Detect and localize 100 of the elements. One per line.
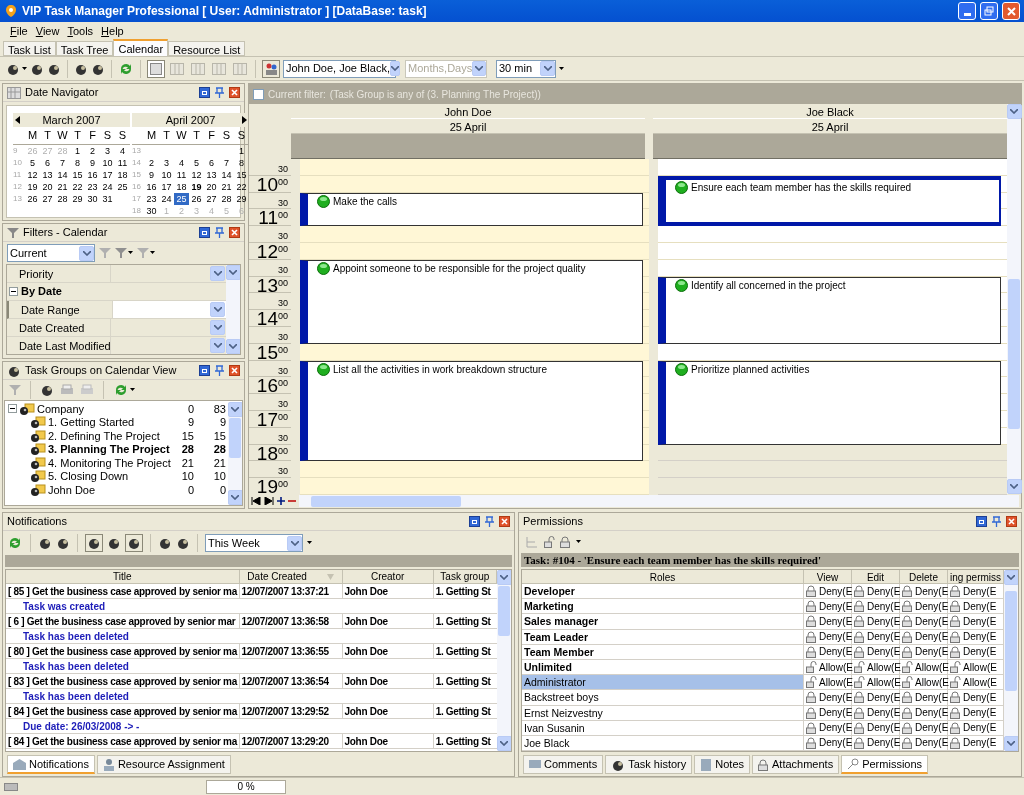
role-cell[interactable]: Backstreet boys: [522, 690, 804, 705]
calendar-day[interactable]: 25: [174, 192, 189, 205]
calendar-day[interactable]: 21: [55, 180, 70, 193]
tab[interactable]: Resource Assignment: [96, 755, 231, 774]
calendar-day[interactable]: 30: [144, 204, 159, 217]
pin-button[interactable]: [991, 516, 1002, 527]
role-cell[interactable]: Team Leader: [522, 629, 804, 644]
calendar-day[interactable]: 11: [115, 156, 130, 169]
role-cell[interactable]: Sales manager: [522, 614, 804, 629]
pin-button[interactable]: [214, 365, 225, 376]
calendar-day[interactable]: 24: [159, 192, 174, 205]
horizontal-scrollbar[interactable]: [299, 495, 1019, 507]
calendar-day[interactable]: 16: [144, 180, 159, 193]
dropdown-button[interactable]: [210, 337, 225, 353]
pin-button[interactable]: [484, 516, 495, 527]
restore-button[interactable]: [199, 87, 210, 98]
refresh-button[interactable]: [7, 535, 23, 551]
dropdown-button[interactable]: [287, 535, 302, 551]
tab[interactable]: Task Tree: [55, 41, 114, 56]
column-header[interactable]: Delete: [900, 570, 948, 583]
event-card[interactable]: Appoint someone to be responsible for the project quality: [300, 259, 643, 344]
scroll-thumb[interactable]: [229, 418, 241, 458]
restore-button[interactable]: [199, 227, 210, 238]
toolbar-button[interactable]: [40, 383, 54, 397]
calendar-day[interactable]: 22: [70, 180, 85, 193]
calendar-day[interactable]: 2: [85, 144, 100, 157]
add-button[interactable]: [277, 497, 285, 505]
column-header[interactable]: Date Created: [239, 570, 343, 583]
role-cell[interactable]: Developer: [522, 584, 804, 599]
calendar-day[interactable]: 22: [234, 180, 249, 193]
calendar-day[interactable]: 21: [219, 180, 234, 193]
toolbar-button[interactable]: [176, 536, 190, 550]
dropdown-button[interactable]: [210, 319, 225, 335]
calendar-day[interactable]: 17: [100, 168, 115, 181]
menu-item[interactable]: Help: [101, 22, 124, 40]
calendar-day[interactable]: 28: [55, 192, 70, 205]
previous-month-button[interactable]: [15, 116, 20, 124]
dropdown-button[interactable]: [227, 490, 242, 505]
close-button[interactable]: [1006, 516, 1017, 527]
column-header[interactable]: Creator: [342, 570, 434, 583]
calendar-day[interactable]: 23: [144, 192, 159, 205]
calendar-day[interactable]: 7: [55, 156, 70, 169]
calendar-day[interactable]: 14: [55, 168, 70, 181]
event-card[interactable]: Ensure each team member has the skills required: [658, 175, 1001, 227]
scrollbar[interactable]: [226, 265, 240, 354]
tab[interactable]: Comments: [523, 755, 604, 774]
menu-item[interactable]: View: [35, 22, 60, 40]
calendar-day[interactable]: 1: [234, 144, 249, 157]
calendar-day[interactable]: 31: [100, 192, 115, 205]
collapse-toggle[interactable]: [8, 404, 17, 414]
calendar-day[interactable]: 18: [115, 168, 130, 181]
calendar-day[interactable]: 15: [70, 168, 85, 181]
calendar-day[interactable]: 2: [144, 156, 159, 169]
column-header[interactable]: Roles: [522, 570, 804, 583]
role-cell[interactable]: Ivan Susanin: [522, 720, 804, 735]
calendar-day[interactable]: 15: [234, 168, 249, 181]
collapse-toggle[interactable]: [9, 286, 18, 296]
calendar-day[interactable]: 29: [234, 192, 249, 205]
day-view-button[interactable]: [147, 59, 165, 78]
calendar-day[interactable]: 3: [159, 156, 174, 169]
toolbar-button[interactable]: [115, 247, 133, 259]
tab[interactable]: Permissions: [841, 755, 929, 774]
dropdown-button[interactable]: [210, 301, 225, 317]
calendar-day[interactable]: 29: [70, 192, 85, 205]
tab[interactable]: Task List: [3, 41, 56, 56]
restore-button[interactable]: [199, 365, 210, 376]
interval-select[interactable]: 30 min: [496, 59, 556, 78]
close-button[interactable]: [229, 227, 240, 238]
close-button[interactable]: [499, 516, 510, 527]
tab[interactable]: Notifications: [7, 755, 95, 774]
column-header[interactable]: Edit: [852, 570, 900, 583]
calendar-day[interactable]: 24: [100, 180, 115, 193]
calendar-day[interactable]: 26: [25, 192, 40, 205]
role-cell[interactable]: Marketing: [522, 599, 804, 614]
menu-item[interactable]: Tools: [67, 22, 94, 40]
role-cell[interactable]: Team Member: [522, 644, 804, 659]
calendar-day[interactable]: 4: [115, 144, 130, 157]
calendar-day[interactable]: 14: [219, 168, 234, 181]
calendar-day[interactable]: 20: [40, 180, 55, 193]
calendar-day[interactable]: 16: [85, 168, 100, 181]
scroll-thumb[interactable]: [1008, 279, 1020, 429]
calendar-day[interactable]: 19: [189, 180, 204, 193]
calendar-day[interactable]: 10: [159, 168, 174, 181]
dropdown-button[interactable]: [389, 61, 400, 76]
calendar-day[interactable]: 23: [85, 180, 100, 193]
calendar-day[interactable]: 3: [100, 144, 115, 157]
role-cell[interactable]: Administrator: [522, 675, 804, 690]
remove-button[interactable]: [288, 497, 296, 505]
first-button[interactable]: [251, 497, 261, 505]
calendar-day[interactable]: 20: [204, 180, 219, 193]
close-button[interactable]: [229, 365, 240, 376]
event-card[interactable]: Identify all concerned in the project: [658, 276, 1001, 344]
calendar-day[interactable]: 25: [115, 180, 130, 193]
calendar-day[interactable]: 6: [204, 156, 219, 169]
role-cell[interactable]: Joe Black: [522, 735, 804, 751]
toolbar-button[interactable]: [158, 536, 172, 550]
last-button[interactable]: [264, 497, 274, 505]
scrollbar[interactable]: [1007, 104, 1021, 494]
role-cell[interactable]: Ernst Neizvestny: [522, 705, 804, 720]
calendar-day[interactable]: 4: [174, 156, 189, 169]
